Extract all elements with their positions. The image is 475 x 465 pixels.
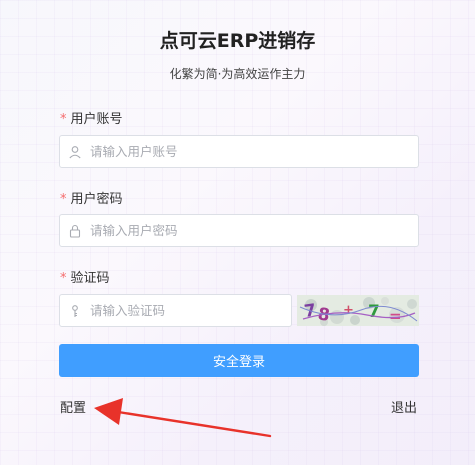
svg-text:=: = xyxy=(389,307,402,325)
page-subtitle: 化繁为简·为高效运作主力 xyxy=(169,67,306,81)
username-label-text: 用户账号 xyxy=(70,112,123,127)
required-mark: * xyxy=(60,271,67,286)
user-icon xyxy=(60,145,90,159)
username-field[interactable] xyxy=(59,135,419,168)
password-label: * 用户密码 xyxy=(60,188,123,207)
page-title: 点可云ERP进销存 xyxy=(159,30,316,52)
required-mark: * xyxy=(60,112,67,127)
captcha-label: * 验证码 xyxy=(60,267,110,286)
lock-icon xyxy=(60,224,90,238)
password-field[interactable] xyxy=(59,214,419,247)
key-icon xyxy=(60,304,90,318)
password-label-text: 用户密码 xyxy=(70,192,123,207)
username-input[interactable] xyxy=(90,136,418,167)
username-label: * 用户账号 xyxy=(60,108,123,127)
captcha-field[interactable] xyxy=(59,294,292,327)
required-mark: * xyxy=(60,192,67,207)
svg-text:+: + xyxy=(343,303,354,318)
login-button[interactable]: 安全登录 xyxy=(59,344,419,377)
captcha-label-text: 验证码 xyxy=(70,271,110,286)
svg-text:7: 7 xyxy=(368,302,380,322)
logout-link[interactable]: 退出 xyxy=(391,397,417,416)
password-input[interactable] xyxy=(90,215,418,246)
captcha-input[interactable] xyxy=(90,295,291,326)
captcha-image[interactable]: 7 8 + 7 = xyxy=(297,295,419,326)
config-link[interactable]: 配置 xyxy=(60,397,86,416)
